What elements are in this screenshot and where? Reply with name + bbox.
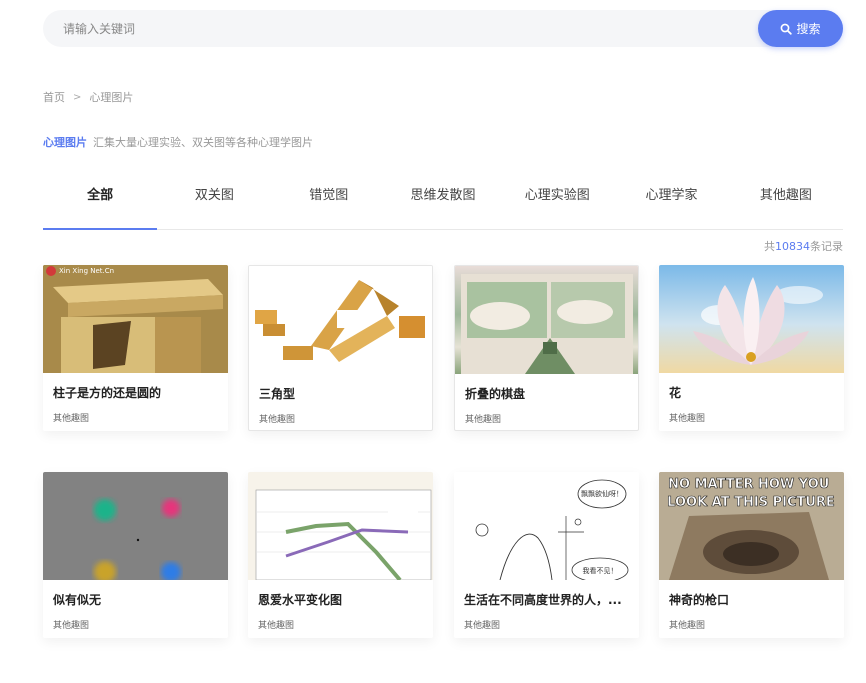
folded-chessboard-image bbox=[461, 274, 633, 374]
card-thumbnail bbox=[455, 266, 638, 374]
card-title: 花 bbox=[669, 386, 682, 400]
watermark-text: Xin Xing Net.Cn bbox=[59, 267, 114, 275]
image-card[interactable]: 似有似无 其他趣图 bbox=[43, 472, 228, 638]
tab-all[interactable]: 全部 bbox=[43, 172, 158, 230]
record-count: 共10834条记录 bbox=[764, 238, 843, 254]
card-category: 其他趣图 bbox=[669, 414, 706, 424]
card-thumbnail: Xin Xing Net.Cn bbox=[43, 265, 228, 373]
breadcrumb-current: 心理图片 bbox=[89, 91, 134, 104]
record-count-number: 10834 bbox=[775, 240, 810, 253]
card-title: 柱子是方的还是圆的 bbox=[53, 386, 162, 400]
tab-divergent-thinking[interactable]: 思维发散图 bbox=[386, 172, 500, 229]
card-thumbnail: 飘飘欲仙呀！ 我看不见！ bbox=[454, 472, 639, 580]
record-count-suffix: 条记录 bbox=[810, 240, 843, 253]
meme-caption-line: LOOK AT THIS PICTURE bbox=[667, 495, 835, 510]
card-thumbnail bbox=[248, 472, 433, 580]
card-category: 其他趣图 bbox=[669, 621, 706, 631]
image-card[interactable]: 折叠的棋盘 其他趣图 bbox=[454, 265, 639, 431]
speech-bubble-bottom: 我看不见！ bbox=[583, 566, 618, 575]
card-title: 折叠的棋盘 bbox=[465, 387, 526, 401]
tab-other-fun[interactable]: 其他趣图 bbox=[729, 172, 843, 229]
card-title: 神奇的枪口 bbox=[669, 593, 730, 607]
image-card[interactable]: 恩爱水平变化图 其他趣图 bbox=[248, 472, 433, 638]
breadcrumb-home-link[interactable]: 首页 bbox=[43, 89, 65, 105]
search-button[interactable]: 搜索 bbox=[758, 10, 843, 47]
tab-illusion[interactable]: 错觉图 bbox=[272, 172, 386, 229]
card-thumbnail: NO MATTER HOW YOU LOOK AT THIS PICTURE bbox=[659, 472, 844, 580]
image-card[interactable]: Xin Xing Net.Cn 柱子是方的还是圆的 其他趣图 bbox=[43, 265, 228, 431]
card-thumbnail bbox=[43, 472, 228, 580]
category-intro: 心理图片 汇集大量心理实验、双关图等各种心理学图片 bbox=[43, 134, 313, 150]
speech-bubble-top: 飘飘欲仙呀！ bbox=[581, 489, 623, 498]
card-title: 生活在不同高度世界的人，... bbox=[464, 593, 622, 607]
chevron-right-icon: > bbox=[73, 91, 82, 103]
card-category: 其他趣图 bbox=[258, 621, 295, 631]
search-button-label: 搜索 bbox=[796, 22, 821, 36]
love-level-graph-image bbox=[255, 489, 432, 580]
image-card[interactable]: 飘飘欲仙呀！ 我看不见！ 生活在不同高度世界的人，... 其他趣图 bbox=[454, 472, 639, 638]
card-title: 似有似无 bbox=[53, 593, 102, 607]
image-card[interactable]: 花 其他趣图 bbox=[659, 265, 844, 431]
blurred-dots-image bbox=[94, 499, 181, 580]
tab-ambiguous[interactable]: 双关图 bbox=[157, 172, 271, 229]
tab-psychologists[interactable]: 心理学家 bbox=[614, 172, 728, 229]
lego-triangle-image bbox=[255, 280, 425, 362]
gun-barrel-image: NO MATTER HOW YOU LOOK AT THIS PICTURE bbox=[659, 472, 844, 580]
breadcrumb: 首页 > 心理图片 bbox=[43, 89, 133, 105]
card-category: 其他趣图 bbox=[53, 621, 90, 631]
cartoon-heights-image: 飘飘欲仙呀！ 我看不见！ bbox=[475, 479, 629, 580]
category-tabs: 全部 双关图 错觉图 思维发散图 心理实验图 心理学家 其他趣图 bbox=[43, 172, 843, 230]
card-category: 其他趣图 bbox=[465, 415, 502, 425]
meme-caption-line: NO MATTER HOW YOU bbox=[668, 477, 829, 492]
card-category: 其他趣图 bbox=[464, 621, 501, 631]
search-icon bbox=[781, 23, 793, 35]
image-card[interactable]: 三角型 其他趣图 bbox=[248, 265, 433, 431]
card-thumbnail bbox=[249, 266, 432, 374]
intro-title: 心理图片 bbox=[43, 136, 87, 149]
card-category: 其他趣图 bbox=[53, 414, 90, 424]
search-input[interactable] bbox=[43, 10, 758, 47]
search-bar: 搜索 bbox=[43, 10, 843, 47]
card-category: 其他趣图 bbox=[259, 415, 296, 425]
image-card[interactable]: NO MATTER HOW YOU LOOK AT THIS PICTURE 神… bbox=[659, 472, 844, 638]
tab-experiments[interactable]: 心理实验图 bbox=[500, 172, 614, 229]
impossible-pillar-image: Xin Xing Net.Cn bbox=[43, 265, 228, 373]
card-title: 恩爱水平变化图 bbox=[258, 593, 343, 607]
record-count-prefix: 共 bbox=[764, 240, 775, 253]
card-title: 三角型 bbox=[259, 387, 296, 401]
flower-image bbox=[693, 277, 823, 365]
card-thumbnail bbox=[659, 265, 844, 373]
intro-description: 汇集大量心理实验、双关图等各种心理学图片 bbox=[93, 136, 313, 149]
